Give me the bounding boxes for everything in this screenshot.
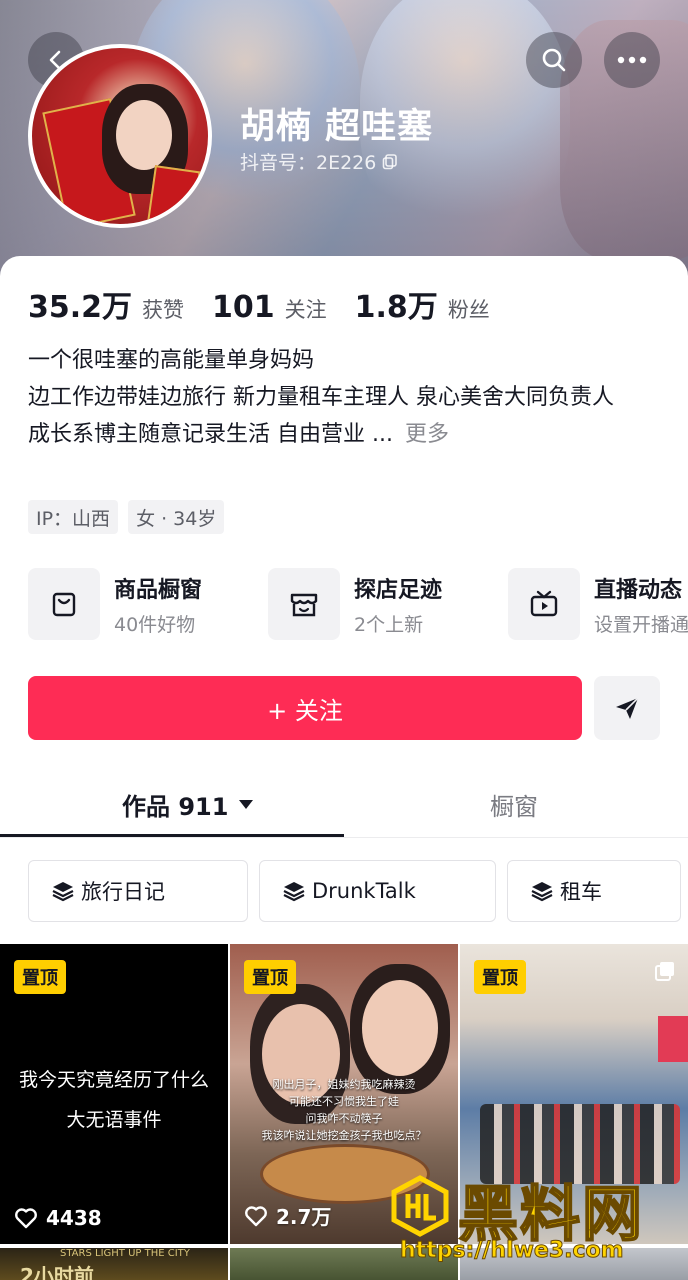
avatar-scroll-small xyxy=(145,165,201,224)
feature-store-visits[interactable]: 探店足迹 2个上新 xyxy=(268,568,442,640)
bag-icon xyxy=(52,592,76,617)
store-icon xyxy=(290,593,318,617)
tab-works-label: 作品 911 xyxy=(122,792,229,821)
feature-sub: 2个上新 xyxy=(354,613,424,636)
content-tabs: 作品 911 橱窗 xyxy=(0,770,688,838)
bio-line-last: 成长系博主随意记录生活 自由营业 ... 更多 xyxy=(28,416,668,453)
collection-label: DrunkTalk xyxy=(312,879,416,903)
feature-live[interactable]: 直播动态 设置开播通 xyxy=(508,568,688,640)
bio-more-link[interactable]: 更多 xyxy=(405,422,449,447)
tab-works[interactable]: 作品 911 xyxy=(122,770,254,838)
features-row: 商品橱窗 40件好物 探店足迹 2个上新 直播动态 设置开播通 xyxy=(28,568,688,642)
video-thumbnail[interactable]: STARS LIGHT UP THE CITY 2小时前 xyxy=(0,1248,228,1280)
avatar-face xyxy=(116,100,172,170)
stat-value: 35.2万 xyxy=(28,290,133,325)
feature-title: 直播动态 xyxy=(594,577,683,603)
stat-value: 101 xyxy=(212,290,275,325)
likes-count: 4438 xyxy=(46,1206,102,1230)
collection-travel[interactable]: 旅行日记 xyxy=(28,860,248,922)
subtitle-line: 问我咋不动筷子 xyxy=(305,1112,383,1125)
thumb-face xyxy=(362,980,438,1076)
search-button[interactable] xyxy=(526,32,582,88)
layers-icon xyxy=(52,882,74,902)
collection-drunktalk[interactable]: DrunkTalk xyxy=(259,860,496,922)
watermark-url: https://hlwe3.com xyxy=(400,1238,625,1264)
more-dots-icon xyxy=(617,56,647,64)
tag-gender-age: 女 · 34岁 xyxy=(128,500,225,534)
video-likes: 4438 xyxy=(14,1206,102,1230)
stat-label: 粉丝 xyxy=(447,298,490,322)
thumb-sign xyxy=(658,1016,688,1062)
caret-down-icon xyxy=(239,800,254,809)
stat-likes[interactable]: 35.2万 获赞 xyxy=(28,282,184,326)
feature-shop-window[interactable]: 商品橱窗 40件好物 xyxy=(28,568,202,640)
douyin-id[interactable]: 抖音号：2E226 xyxy=(240,148,398,175)
stat-label: 获赞 xyxy=(142,298,185,322)
follow-button[interactable]: + 关注 xyxy=(28,676,582,740)
thumb-overlay-text: STARS LIGHT UP THE CITY xyxy=(60,1248,190,1259)
pinned-badge: 置顶 xyxy=(474,960,526,994)
douyin-id-text: 抖音号：2E226 xyxy=(240,152,377,174)
caption-line: 我今天究竟经历了什么 xyxy=(18,1069,209,1091)
subtitle-line: 可能还不习惯我生了娃 xyxy=(289,1095,399,1108)
layers-icon xyxy=(531,882,553,902)
likes-count: 2.7万 xyxy=(276,1205,332,1229)
subtitle-line: 我该咋说让她挖金孩子我也吃点？ xyxy=(261,1129,427,1142)
tag-ip: IP：山西 xyxy=(28,500,119,534)
caption-line: 大无语事件 xyxy=(66,1109,162,1131)
profile-name: 胡楠 超哇塞 xyxy=(240,107,434,147)
bio-line: 边工作边带娃边旅行 新力量租车主理人 泉心美舍大同负责人 xyxy=(28,385,614,410)
watermark: 黑料网 https://hlwe3.com xyxy=(388,1166,688,1280)
bio-line: 一个很哇塞的高能量单身妈妈 xyxy=(28,348,315,373)
bio[interactable]: 一个很哇塞的高能量单身妈妈 边工作边带娃边旅行 新力量租车主理人 泉心美舍大同负… xyxy=(28,342,668,453)
feature-title: 探店足迹 xyxy=(354,577,443,603)
tab-active-indicator xyxy=(0,834,344,837)
bio-line: 成长系博主随意记录生活 自由营业 ... xyxy=(28,422,393,447)
thumb-overlay-text: 2小时前 xyxy=(20,1264,94,1280)
watermark-logo-icon xyxy=(391,1175,449,1237)
video-caption: 我今天究竟经历了什么 大无语事件 xyxy=(0,1060,228,1140)
feature-title: 商品橱窗 xyxy=(114,577,203,603)
multi-image-icon xyxy=(655,962,674,981)
feature-icon-box xyxy=(508,568,580,640)
tab-window[interactable]: 橱窗 xyxy=(490,770,538,838)
feature-sub: 40件好物 xyxy=(114,613,196,636)
more-button[interactable] xyxy=(604,32,660,88)
search-icon xyxy=(542,48,566,72)
paper-plane-icon xyxy=(616,697,639,719)
stat-followers[interactable]: 1.8万 粉丝 xyxy=(355,282,490,326)
video-likes: 2.7万 xyxy=(244,1201,331,1230)
stat-value: 1.8万 xyxy=(354,290,438,325)
collections-row: 旅行日记 DrunkTalk 租车 xyxy=(28,860,688,922)
tv-icon xyxy=(530,590,558,617)
stat-label: 关注 xyxy=(284,298,327,322)
video-thumbnail[interactable]: 置顶 我今天究竟经历了什么 大无语事件 4438 xyxy=(0,944,228,1244)
collection-label: 租车 xyxy=(560,880,602,904)
collection-car-rental[interactable]: 租车 xyxy=(507,860,681,922)
layers-icon xyxy=(283,882,305,902)
feature-icon-box xyxy=(268,568,340,640)
feature-icon-box xyxy=(28,568,100,640)
tags-row: IP：山西 女 · 34岁 xyxy=(28,500,225,534)
copy-icon[interactable] xyxy=(382,153,398,170)
heart-icon xyxy=(15,1208,37,1229)
heart-icon xyxy=(245,1205,267,1226)
stats-row: 35.2万 获赞 101 关注 1.8万 粉丝 xyxy=(28,282,518,326)
feature-sub: 设置开播通 xyxy=(594,613,688,636)
subtitle-line: 刚出月子，姐妹约我吃麻辣烫 xyxy=(272,1078,416,1091)
pinned-badge: 置顶 xyxy=(244,960,296,994)
avatar[interactable] xyxy=(28,44,212,228)
pinned-badge: 置顶 xyxy=(14,960,66,994)
stat-following[interactable]: 101 关注 xyxy=(212,290,327,325)
video-subtitles: 刚出月子，姐妹约我吃麻辣烫 可能还不习惯我生了娃 问我咋不动筷子 我该咋说让她挖… xyxy=(230,1076,458,1144)
message-button[interactable] xyxy=(594,676,660,740)
collection-label: 旅行日记 xyxy=(81,880,165,904)
